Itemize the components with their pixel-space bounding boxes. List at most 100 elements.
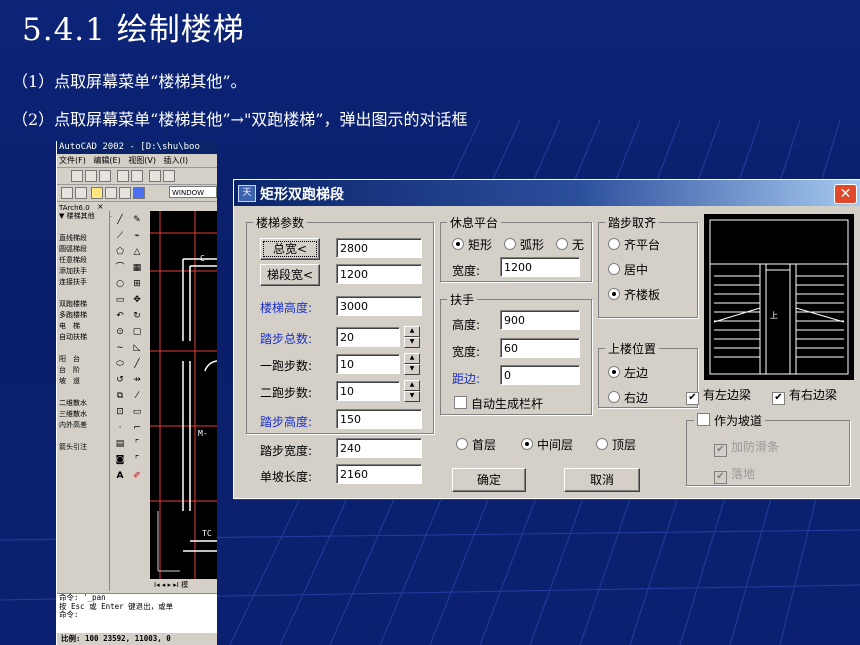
layer-state-icon[interactable] (75, 187, 87, 199)
stair-height-input[interactable]: 3000 (336, 296, 422, 316)
menu-edit[interactable]: 编辑(E) (93, 156, 120, 165)
menu-item[interactable]: 阳 台 (57, 354, 109, 365)
menu-item[interactable]: 多跑楼梯 (57, 310, 109, 321)
extend-tool-icon[interactable]: ⇸ (132, 375, 142, 385)
tread-flush-slab-radio[interactable]: 齐楼板 (608, 286, 660, 303)
explode-tool-icon[interactable]: ⌜ (132, 439, 142, 449)
total-steps-spinner[interactable]: ▲ ▼ (404, 326, 420, 348)
total-width-button[interactable]: 总宽< (260, 238, 320, 260)
menu-item[interactable]: 直线梯段 (57, 233, 109, 244)
pen-tool-icon[interactable]: ✎ (132, 215, 142, 225)
spline-tool-icon[interactable]: ↶ (115, 311, 125, 321)
menu-item[interactable] (57, 343, 109, 354)
menu-item[interactable]: 台 阶 (57, 365, 109, 376)
hatch-tool-icon[interactable]: ▤ (115, 439, 125, 449)
step-height-input[interactable]: 150 (336, 409, 422, 429)
landing-rect-radio[interactable]: 矩形 (452, 236, 492, 253)
left-beam-checkbox[interactable]: ✔ 有左边梁 (686, 386, 751, 405)
layer-icon[interactable] (61, 187, 73, 199)
erase-tool-icon[interactable]: ⌁ (132, 231, 142, 241)
flight-width-button[interactable]: 梯段宽< (260, 264, 320, 286)
pencil-tool-icon[interactable]: ✐ (132, 471, 142, 481)
menu-item[interactable]: 内外高差 (57, 420, 109, 431)
menu-item[interactable]: 二维散水 (57, 398, 109, 409)
rail-offset-input[interactable]: 0 (500, 365, 580, 385)
fillet-tool-icon[interactable]: ⌐ (132, 423, 142, 433)
run1-steps-spinner[interactable]: ▲ ▼ (404, 353, 420, 375)
menu-item[interactable] (57, 387, 109, 398)
grounded-checkbox[interactable]: ✔ 落地 (714, 465, 755, 484)
anti-slip-checkbox[interactable]: ✔ 加防滑条 (714, 438, 779, 457)
menu-item[interactable]: 箭头引注 (57, 442, 109, 453)
array-tool-icon[interactable]: ▦ (132, 263, 142, 273)
trim-tool-icon[interactable]: ╱ (132, 359, 142, 369)
drawing-area[interactable]: C- M- TC (150, 211, 217, 579)
tread-flush-landing-radio[interactable]: 齐平台 (608, 236, 660, 253)
dialog-title-bar[interactable]: 天 矩形双跑梯段 ✕ (234, 180, 860, 206)
run2-steps-input[interactable]: 10 (336, 381, 400, 401)
menu-view[interactable]: 视图(V) (128, 156, 156, 165)
ellipse-tool-icon[interactable]: ⊙ (115, 327, 125, 337)
menu-item[interactable] (57, 431, 109, 442)
mirror-tool-icon[interactable]: △ (132, 247, 142, 257)
menu-insert[interactable]: 插入(I) (164, 156, 189, 165)
total-width-input[interactable]: 2800 (336, 238, 422, 258)
oval-tool-icon[interactable]: ⬭ (115, 359, 125, 369)
arc-tool-icon[interactable]: ⌒ (115, 263, 125, 273)
line-tool-icon[interactable]: ╱ (115, 215, 125, 225)
block-tool-icon[interactable]: ⊡ (115, 407, 125, 417)
wave-tool-icon[interactable]: ∼ (115, 343, 125, 353)
as-ramp-checkbox[interactable]: 作为坡道 (694, 412, 766, 429)
rail-height-input[interactable]: 900 (500, 310, 580, 330)
insert-tool-icon[interactable]: ⧉ (115, 391, 125, 401)
copy-icon[interactable] (163, 170, 175, 182)
menu-item[interactable]: 任意梯段 (57, 255, 109, 266)
panel-close-icon[interactable]: × (97, 202, 104, 211)
menu-item[interactable]: 双跑楼梯 (57, 299, 109, 310)
close-button[interactable]: ✕ (834, 184, 857, 204)
grid-tool-icon[interactable]: ⊞ (132, 279, 142, 289)
preview-icon[interactable] (131, 170, 143, 182)
save-icon[interactable] (99, 170, 111, 182)
cut-icon[interactable] (149, 170, 161, 182)
menu-file[interactable]: 文件(F) (59, 156, 86, 165)
menu-item[interactable]: 添加扶手 (57, 266, 109, 277)
menu-item[interactable]: 连接扶手 (57, 277, 109, 288)
corner-tool-icon[interactable]: ⌜ (132, 455, 142, 465)
rect-tool-icon[interactable]: ▭ (115, 295, 125, 305)
right-beam-checkbox[interactable]: ✔ 有右边梁 (772, 386, 837, 405)
up-right-radio[interactable]: 右边 (608, 389, 648, 406)
landing-arc-radio[interactable]: 弧形 (504, 236, 544, 253)
total-steps-input[interactable]: 20 (336, 327, 400, 347)
rail-width-input[interactable]: 60 (500, 338, 580, 358)
floor-first-radio[interactable]: 首层 (456, 436, 496, 453)
break-tool-icon[interactable]: ⁄ (132, 391, 142, 401)
scale-tool-icon[interactable]: ▢ (132, 327, 142, 337)
menu-item[interactable]: 圆弧梯段 (57, 244, 109, 255)
run2-steps-spinner[interactable]: ▲ ▼ (404, 380, 420, 402)
menu-item[interactable]: 坡 道 (57, 376, 109, 387)
pline-tool-icon[interactable]: ⟋ (115, 231, 125, 241)
flight-width-input[interactable]: 1200 (336, 264, 422, 284)
workspace-combo[interactable]: WINDOW (169, 186, 217, 198)
ok-button[interactable]: 确定 (452, 468, 526, 492)
command-window[interactable]: 命令: '_pan 按 Esc 或 Enter 键退出，或单 命令: (57, 593, 217, 633)
rotate-tool-icon[interactable]: ↻ (132, 311, 142, 321)
menu-item[interactable] (57, 288, 109, 299)
menu-item[interactable]: 自动扶梯 (57, 332, 109, 343)
tread-center-radio[interactable]: 居中 (608, 261, 648, 278)
bulb-icon[interactable] (91, 187, 103, 199)
menu-item[interactable] (57, 222, 109, 233)
new-file-icon[interactable] (71, 170, 83, 182)
slope-length-input[interactable]: 2160 (336, 464, 422, 484)
run1-steps-input[interactable]: 10 (336, 354, 400, 374)
auto-railing-checkbox[interactable]: 自动生成栏杆 (454, 395, 543, 412)
floor-middle-radio[interactable]: 中间层 (521, 436, 573, 453)
point-tool-icon[interactable]: · (115, 423, 125, 433)
layout-tabs[interactable]: I◂ ◂ ▸ ▸I 模 (150, 579, 217, 591)
menu-item[interactable]: 三维散水 (57, 409, 109, 420)
up-left-radio[interactable]: 左边 (608, 364, 648, 381)
text-tool-icon[interactable]: A (115, 471, 125, 481)
open-file-icon[interactable] (85, 170, 97, 182)
print-icon[interactable] (117, 170, 129, 182)
